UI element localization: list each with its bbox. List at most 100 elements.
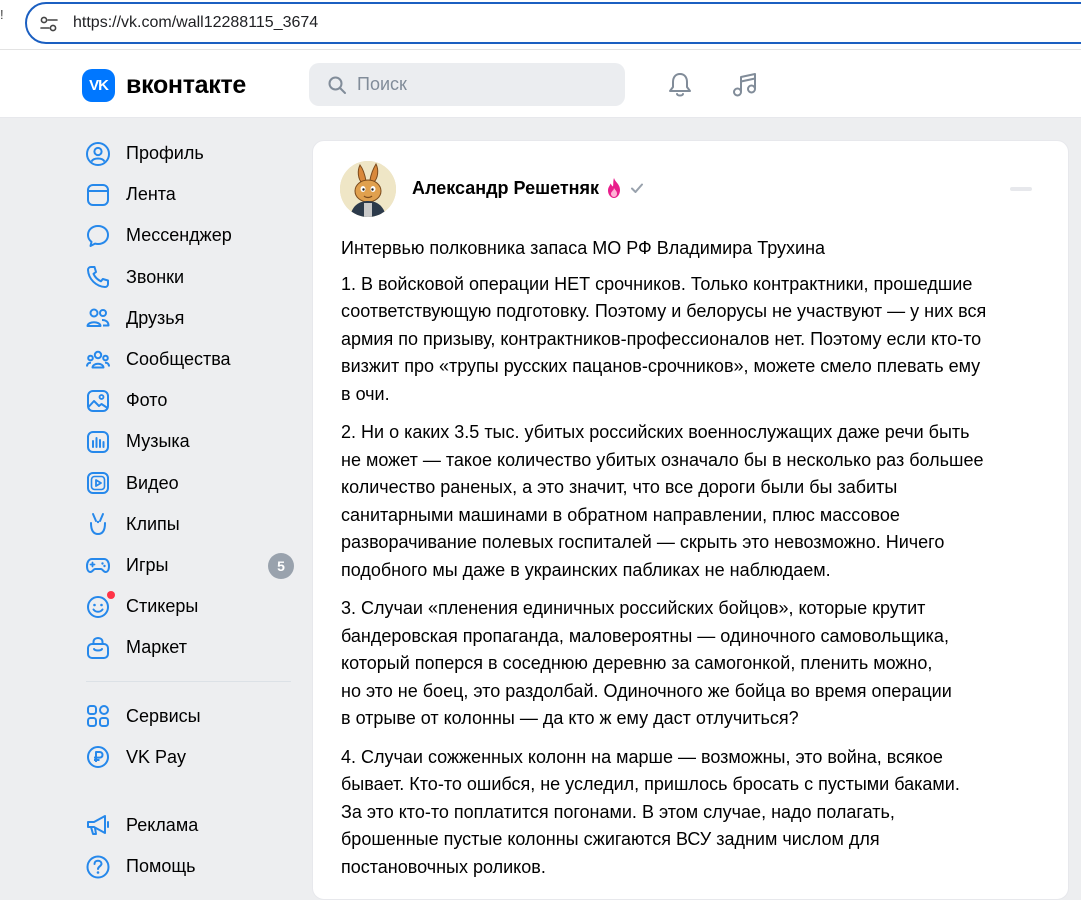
site-settings-icon[interactable]: [39, 14, 59, 34]
browser-toolbar: ! https://vk.com/wall12288115_3674: [0, 0, 1081, 50]
text-line: бывает. Кто-то ошибся, не уследил, пришл…: [341, 774, 960, 794]
text-line: 4. Случаи сожженных колонн на марше — во…: [341, 746, 943, 767]
communities-icon: [86, 350, 110, 369]
post-paragraph-1: 1. В войсковой операции НЕТ срочников. Т…: [341, 271, 1051, 409]
sidebar-item-label: Видео: [126, 472, 179, 493]
text-line: 3. Случаи «пленения единичных российских…: [341, 598, 926, 618]
sidebar-item-help[interactable]: Помощь: [82, 846, 296, 887]
feed-icon: [87, 183, 109, 206]
text-line: но это не боец, это раздолбай. Одиночног…: [341, 680, 952, 701]
sidebar-item-clips[interactable]: Клипы: [82, 504, 296, 545]
sidebar-item-label: Профиль: [126, 143, 204, 164]
wall-post: Александр Решетняк Интервью полковника з…: [312, 140, 1069, 900]
music-note-icon[interactable]: [730, 70, 760, 100]
vk-wordmark: вконтакте: [126, 71, 247, 99]
author-avatar[interactable]: [340, 161, 396, 217]
help-icon: [86, 855, 110, 879]
messenger-icon: [87, 224, 109, 247]
left-sidebar: Профиль Лента Мессенджер Звонки Друзья С…: [82, 133, 296, 887]
sidebar-item-stickers[interactable]: Стикеры: [82, 586, 296, 627]
vkpay-icon: [87, 746, 109, 769]
post-more-menu[interactable]: [1010, 187, 1032, 191]
post-title: Интервью полковника запаса МО РФ Владими…: [341, 238, 826, 258]
text-line: не может — такое количество убитых означ…: [341, 449, 984, 470]
sidebar-item-label: Фото: [126, 390, 168, 411]
sidebar-item-label: Друзья: [126, 307, 185, 328]
text-line: санитарными машинами в обратном направле…: [341, 504, 900, 525]
vk-logo[interactable]: VK вконтакте: [82, 69, 246, 102]
post-paragraph-3: 3. Случаи «пленения единичных российских…: [341, 595, 1051, 733]
text-line: визжит про «трупы русских пацанов-срочни…: [341, 356, 981, 376]
profile-icon: [86, 141, 110, 166]
post-header: Александр Решетняк: [340, 161, 1040, 217]
sidebar-item-market[interactable]: Маркет: [82, 627, 296, 668]
fire-emoji-icon: [608, 178, 621, 198]
sidebar-item-photo[interactable]: Фото: [82, 380, 296, 421]
sidebar-item-label: Сервисы: [126, 705, 201, 726]
text-line: который поперся в соседнюю деревню за са…: [341, 653, 933, 673]
tab-edge-mark: !: [0, 7, 4, 22]
vk-logo-mark: VK: [89, 77, 109, 94]
sidebar-item-ads[interactable]: Реклама: [82, 805, 296, 846]
address-bar[interactable]: https://vk.com/wall12288115_3674: [25, 2, 1081, 44]
sidebar-item-label: Звонки: [126, 266, 185, 287]
url-text[interactable]: https://vk.com/wall12288115_3674: [73, 4, 318, 42]
sidebar-item-label: Сообщества: [126, 349, 231, 370]
post-text: Интервью полковника запаса МО РФ Владими…: [341, 235, 1051, 892]
vk-header: VK вконтакте: [0, 50, 1081, 118]
clips-icon: [90, 513, 106, 536]
bell-icon[interactable]: [665, 70, 695, 100]
friends-icon: [86, 308, 110, 328]
sidebar-item-vkpay[interactable]: VK Pay: [82, 737, 296, 778]
sidebar-item-label: Реклама: [126, 814, 199, 835]
sidebar-item-messenger[interactable]: Мессенджер: [82, 215, 296, 256]
text-line: За это кто-то поплатится погонами. В это…: [341, 801, 895, 822]
sidebar-item-profile[interactable]: Профиль: [82, 133, 296, 174]
sidebar-item-label: Игры: [126, 554, 169, 575]
text-line: 2. Ни о каких 3.5 тыс. убитых российских…: [341, 422, 970, 442]
sidebar-item-feed[interactable]: Лента: [82, 174, 296, 215]
games-icon: [86, 558, 110, 574]
games-count-badge: 5: [268, 552, 294, 579]
phone-icon: [87, 266, 109, 289]
services-icon: [87, 705, 109, 728]
sidebar-item-label: Стикеры: [126, 596, 199, 617]
sidebar-item-friends[interactable]: Друзья: [82, 298, 296, 339]
sidebar-item-games[interactable]: Игры 5: [82, 545, 296, 586]
text-line: соответствующую подготовку. Поэтому и бе…: [341, 301, 987, 321]
sidebar-item-video[interactable]: Видео: [82, 463, 296, 504]
market-icon: [87, 636, 109, 659]
sidebar-item-communities[interactable]: Сообщества: [82, 339, 296, 380]
text-line: постановочных роликов.: [341, 856, 546, 877]
search-box[interactable]: [309, 63, 625, 106]
text-line: в отрыве от колонны — да кто ж ему даст …: [341, 708, 799, 728]
sidebar-item-label: Лента: [126, 184, 176, 205]
text-line: количество раненых, а это значит, что вс…: [341, 477, 898, 497]
verified-check-icon: [631, 183, 644, 193]
text-line: подобного мы даже в украинских пабликах …: [341, 559, 831, 580]
post-paragraph-2: 2. Ни о каких 3.5 тыс. убитых российских…: [341, 419, 1051, 584]
photo-icon: [87, 389, 109, 412]
text-line: в очи.: [341, 383, 390, 404]
text-line: 1. В войсковой операции НЕТ срочников. Т…: [341, 273, 973, 294]
sidebar-item-label: VK Pay: [126, 746, 187, 767]
stickers-notification-dot: [107, 591, 115, 600]
rabbit-avatar-image: [340, 161, 396, 217]
music-icon: [87, 430, 109, 453]
text-line: армия по призыву, контрактников-професси…: [341, 328, 982, 349]
search-icon: [328, 76, 346, 94]
author-name[interactable]: Александр Решетняк: [412, 178, 599, 199]
sidebar-item-label: Мессенджер: [126, 225, 232, 246]
sidebar-item-calls[interactable]: Звонки: [82, 257, 296, 298]
search-input[interactable]: [357, 63, 607, 106]
video-icon: [87, 472, 109, 495]
sidebar-divider: [86, 681, 291, 683]
sidebar-item-label: Музыка: [126, 431, 190, 452]
author-line: Александр Решетняк: [412, 177, 644, 199]
post-paragraph-4: 4. Случаи сожженных колонн на марше — во…: [341, 744, 1051, 882]
sidebar-item-services[interactable]: Сервисы: [82, 695, 296, 736]
sidebar-item-music[interactable]: Музыка: [82, 421, 296, 462]
text-line: разворачивание полевых госпиталей — скры…: [341, 532, 945, 552]
sidebar-item-label: Маркет: [126, 637, 187, 658]
